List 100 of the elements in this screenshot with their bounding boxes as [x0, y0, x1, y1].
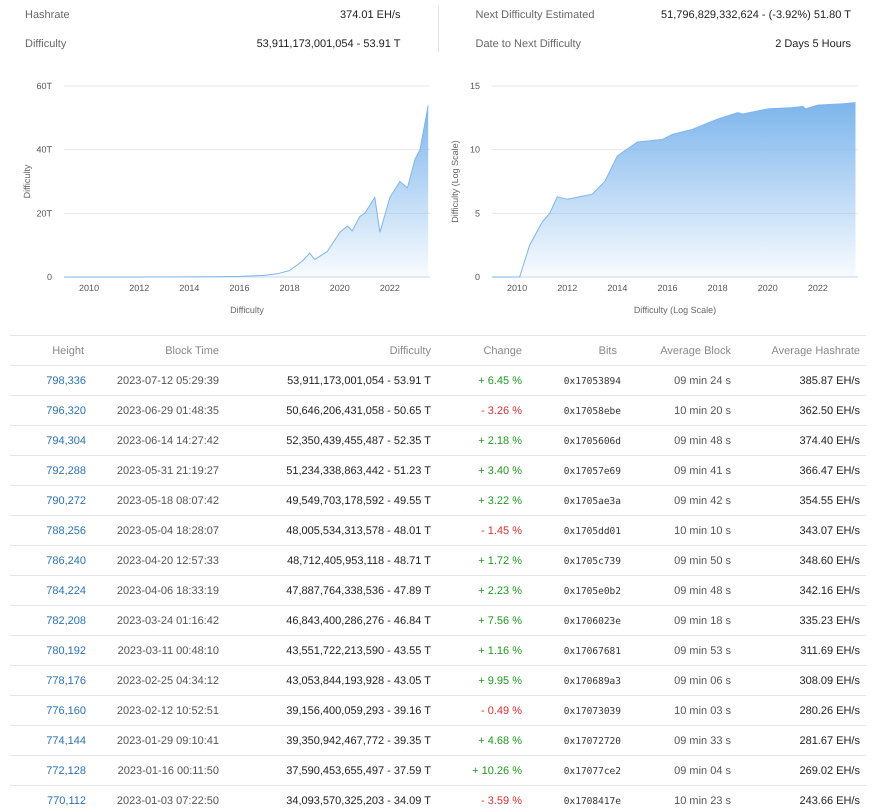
average-hashrate-cell-text: 385.87 EH/s: [798, 374, 861, 386]
average-hashrate-cell-text: 374.40 EH/s: [798, 434, 861, 446]
average-hashrate-cell-text: 348.60 EH/s: [798, 554, 861, 566]
change-cell-text: + 7.56 %: [477, 614, 523, 626]
column-header: Height: [51, 344, 85, 356]
average-block-cell-text: 09 min 53 s: [673, 644, 732, 656]
x-tick-label: 2010: [507, 283, 528, 293]
bits-cell-text: 0x1706023e: [562, 615, 622, 627]
x-tick-label: 2014: [607, 283, 628, 293]
column-header: Average Hashrate: [770, 344, 861, 356]
block-height-link[interactable]: 792,288: [10, 464, 90, 476]
block-height-link[interactable]: 784,224: [10, 584, 90, 596]
block-height-link[interactable]: 770,112: [10, 794, 90, 806]
difficulty-cell-text: 46,843,400,286,276 - 46.84 T: [285, 614, 432, 626]
block-time-cell-text: 2023-01-03 07:22:50: [116, 794, 220, 806]
block-time-cell-text: 2023-03-24 01:16:42: [116, 614, 220, 626]
block-height-link[interactable]: 776,160: [10, 704, 90, 716]
difficulty-cell-text: 39,156,400,059,293 - 39.16 T: [285, 704, 432, 716]
change-cell-text: - 3.59 %: [480, 794, 523, 806]
average-block-cell-text: 09 min 42 s: [673, 494, 732, 506]
block-height-link[interactable]: 780,192: [10, 644, 90, 656]
x-tick-label: 2020: [330, 283, 350, 293]
block-height-link[interactable]: 774,144: [10, 734, 90, 746]
y-tick-label: 0: [474, 272, 480, 282]
block-height-link[interactable]: 790,272: [10, 494, 90, 506]
bits-cell-text: 0x17072720: [562, 735, 622, 747]
average-hashrate-cell-text: 366.47 EH/s: [798, 464, 861, 476]
average-block-cell-text: 10 min 03 s: [673, 704, 732, 716]
block-height-link[interactable]: 798,336: [10, 374, 90, 386]
bits-cell-text: 0x1705dd01: [562, 525, 622, 537]
stat-label: Next Difficulty Estimated: [476, 8, 595, 20]
stat-label: Hashrate: [25, 8, 70, 20]
block-height-link[interactable]: 786,240: [10, 554, 90, 566]
block-time-cell-text: 2023-02-12 10:52:51: [116, 704, 220, 716]
block-height-link[interactable]: 782,208: [10, 614, 90, 626]
block-time-cell-text: 2023-03-11 00:48:10: [116, 644, 220, 656]
block-time-cell-text: 2023-04-20 12:57:33: [116, 554, 220, 566]
bits-cell-text: 0x17057e69: [562, 465, 622, 477]
block-time-cell-text: 2023-07-12 05:29:39: [116, 374, 220, 386]
average-hashrate-cell-text: 243.66 EH/s: [798, 794, 861, 806]
average-hashrate-cell-text: 354.55 EH/s: [798, 494, 861, 506]
difficulty-cell-text: 47,887,764,338,536 - 47.89 T: [285, 584, 432, 596]
x-tick-label: 2014: [179, 283, 200, 293]
average-block-cell-text: 10 min 23 s: [673, 794, 732, 806]
bits-cell-text: 0x1705ae3a: [562, 495, 622, 507]
block-time-cell-text: 2023-01-16 00:11:50: [116, 764, 220, 776]
block-time-cell-text: 2023-06-14 14:27:42: [116, 434, 220, 446]
average-block-cell-text: 09 min 06 s: [673, 674, 732, 686]
block-time-cell-text: 2023-04-06 18:33:19: [116, 584, 220, 596]
change-cell-text: - 0.49 %: [480, 704, 523, 716]
average-hashrate-cell-text: 281.67 EH/s: [798, 734, 861, 746]
difficulty-cell-text: 52,350,439,455,487 - 52.35 T: [285, 434, 432, 446]
average-block-cell-text: 10 min 20 s: [673, 404, 732, 416]
average-block-cell-text: 10 min 10 s: [673, 524, 732, 536]
average-hashrate-cell-text: 269.02 EH/s: [798, 764, 861, 776]
x-tick-label: 2012: [129, 283, 150, 293]
change-cell-text: + 9.95 %: [477, 674, 523, 686]
average-block-cell-text: 09 min 33 s: [673, 734, 732, 746]
bits-cell-text: 0x17077ce2: [562, 765, 622, 777]
bits-cell-text: 0x1708417e: [562, 795, 622, 807]
stat-value: 51,796,829,332,624 - (-3.92%) 51.80 T: [661, 8, 851, 20]
difficulty-cell-text: 43,053,844,193,928 - 43.05 T: [285, 674, 432, 686]
bits-cell-text: 0x17053894: [562, 375, 622, 387]
difficulty-cell-text: 50,646,206,431,058 - 50.65 T: [285, 404, 432, 416]
change-cell-text: + 4.68 %: [477, 734, 523, 746]
difficulty-cell-text: 53,911,173,001,054 - 53.91 T: [286, 374, 432, 386]
column-header: Block Time: [164, 344, 220, 356]
x-tick-label: 2022: [808, 283, 828, 293]
average-block-cell-text: 09 min 04 s: [673, 764, 732, 776]
block-height-link[interactable]: 772,128: [10, 764, 90, 776]
bits-cell-text: 0x170689a3: [562, 675, 622, 687]
change-cell-text: - 3.26 %: [480, 404, 523, 416]
block-time-cell-text: 2023-05-18 08:07:42: [116, 494, 220, 506]
difficulty-cell-text: 51,234,338,863,442 - 51.23 T: [285, 464, 432, 476]
average-hashrate-cell-text: 311.69 EH/s: [799, 644, 861, 656]
average-block-cell-text: 09 min 50 s: [673, 554, 732, 566]
bits-cell-text: 0x17058ebe: [562, 405, 622, 417]
difficulty-cell-text: 48,712,405,953,118 - 48.71 T: [286, 554, 432, 566]
block-height-link[interactable]: 794,304: [10, 434, 90, 446]
average-block-cell-text: 09 min 48 s: [673, 584, 732, 596]
change-cell-text: + 2.23 %: [477, 584, 523, 596]
stat-value: 374.01 EH/s: [340, 8, 400, 20]
difficulty-cell-text: 43,551,722,213,590 - 43.55 T: [285, 644, 432, 656]
average-block-cell-text: 09 min 41 s: [673, 464, 732, 476]
average-block-cell-text: 09 min 18 s: [673, 614, 732, 626]
average-hashrate-cell-text: 308.09 EH/s: [798, 674, 861, 686]
change-cell-text: - 1.45 %: [480, 524, 523, 536]
change-cell-text: + 3.22 %: [477, 494, 523, 506]
y-axis-title: Difficulty (Log Scale): [450, 140, 460, 223]
y-tick-label: 40T: [36, 144, 52, 155]
stat-label: Date to Next Difficulty: [476, 38, 582, 50]
change-cell-text: + 2.18 %: [477, 434, 523, 446]
change-cell-text: + 1.16 %: [477, 644, 523, 656]
block-height-link[interactable]: 796,320: [10, 404, 90, 416]
block-height-link[interactable]: 778,176: [10, 674, 90, 686]
block-height-link[interactable]: 788,256: [10, 524, 90, 536]
average-block-cell-text: 09 min 48 s: [673, 434, 732, 446]
y-tick-label: 5: [474, 208, 480, 218]
x-tick-label: 2022: [380, 283, 400, 293]
block-time-cell-text: 2023-01-29 09:10:41: [116, 734, 220, 746]
